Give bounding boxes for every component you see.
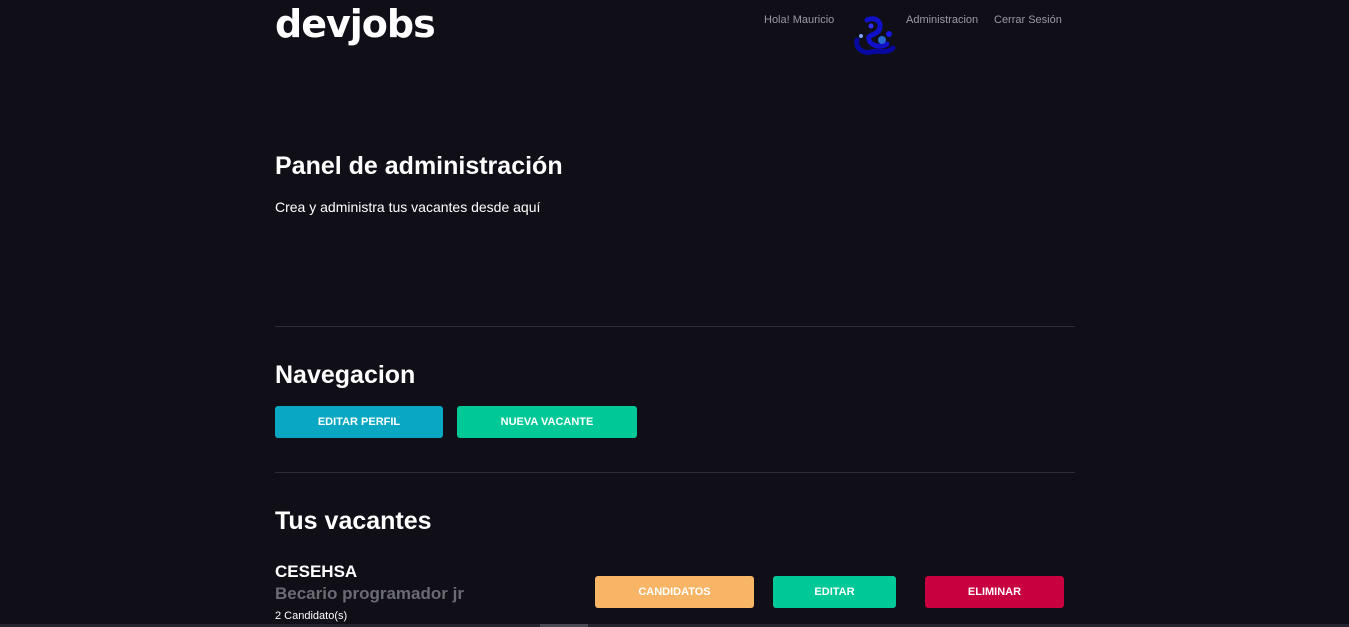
job-position: Becario programador jr — [275, 584, 464, 603]
page-title: Panel de administración — [275, 152, 563, 180]
navigation-title: Navegacion — [275, 361, 416, 389]
candidates-button[interactable]: CANDIDATOS — [595, 576, 754, 608]
edit-profile-button[interactable]: EDITAR PERFIL — [275, 406, 443, 438]
edit-job-button[interactable]: EDITAR — [773, 576, 896, 608]
delete-job-button[interactable]: ELIMINAR — [925, 576, 1064, 608]
jobs-title: Tus vacantes — [275, 507, 432, 535]
divider — [275, 472, 1075, 473]
job-candidates-count: 2 Candidato(s) — [275, 610, 348, 622]
greeting: Hola! Mauricio — [764, 14, 835, 26]
avatar-image-icon — [854, 16, 896, 55]
avatar — [849, 14, 899, 58]
nav-logout-link[interactable]: Cerrar Sesión — [994, 14, 1062, 26]
divider — [275, 326, 1075, 327]
job-company: CESEHSA — [275, 562, 358, 581]
logo[interactable]: devjobs — [275, 2, 436, 46]
page: devjobs Hola! Mauricio Administracion Ce… — [0, 0, 1349, 627]
nav-admin-link[interactable]: Administracion — [906, 14, 978, 26]
new-job-button[interactable]: NUEVA VACANTE — [457, 406, 637, 438]
page-subtitle: Crea y administra tus vacantes desde aqu… — [275, 199, 541, 215]
